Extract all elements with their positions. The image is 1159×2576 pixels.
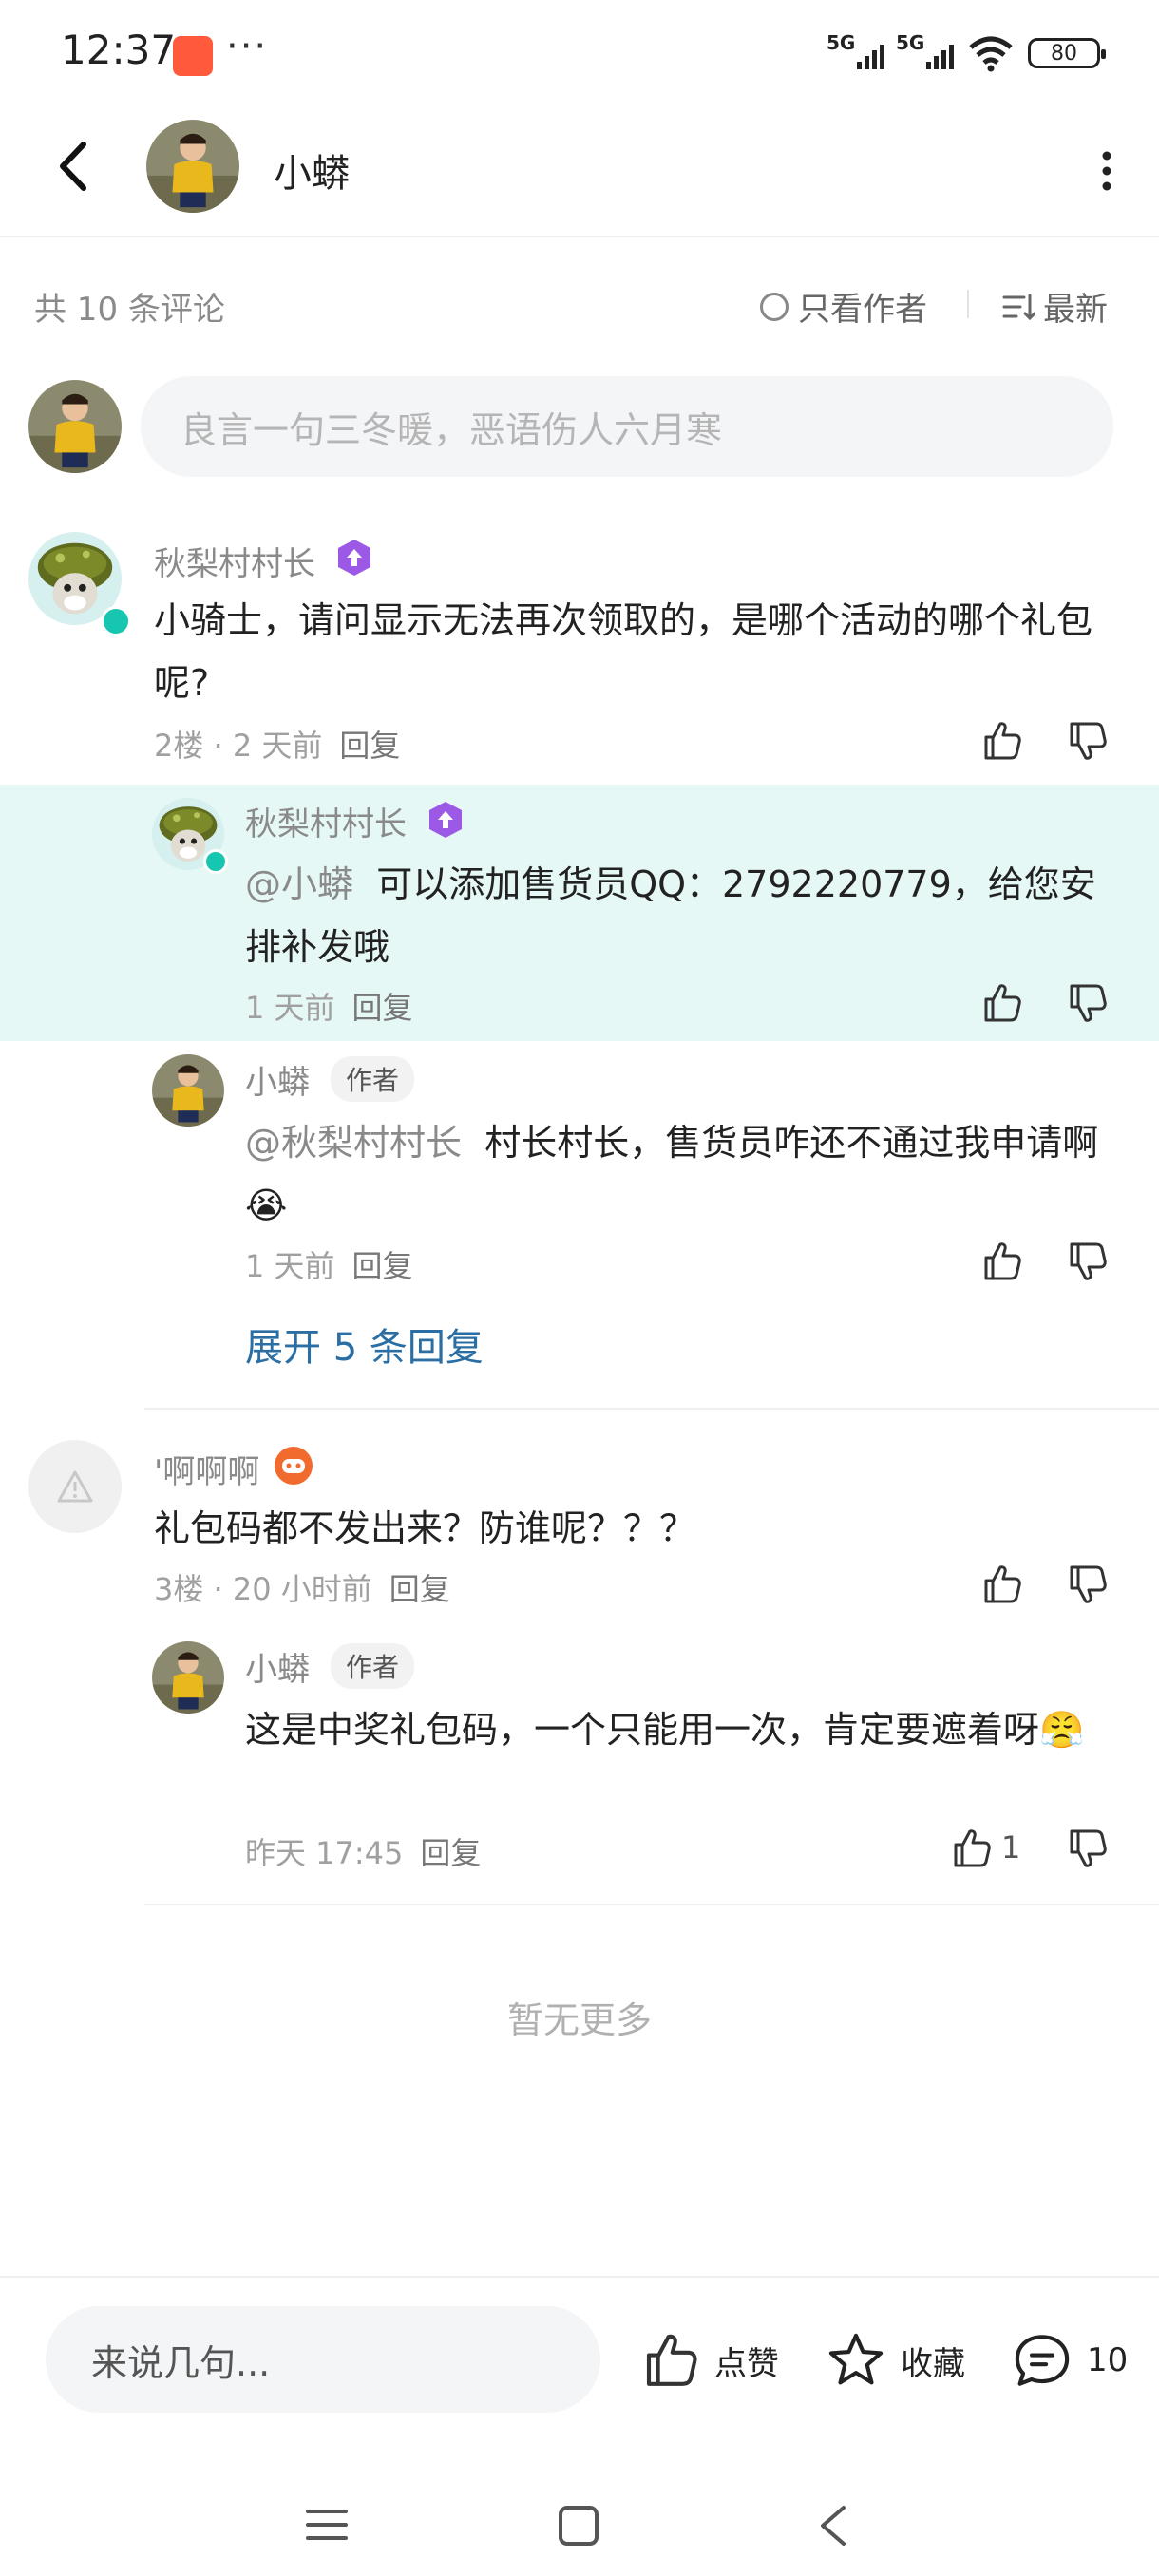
reply-name[interactable]: 秋梨村村长: [245, 798, 407, 844]
sort-label: 最新: [1043, 291, 1108, 329]
header-avatar[interactable]: [146, 120, 239, 213]
reply-time: 昨天 17:45: [245, 1835, 404, 1871]
reply-mention[interactable]: @小蟒: [245, 863, 353, 905]
comment-count-label: 10: [1087, 2341, 1129, 2379]
reply-time: 1 天前: [245, 990, 335, 1026]
reply-meta: 1 天前 回复: [245, 984, 413, 1028]
commenter-name[interactable]: '啊啊啊: [154, 1446, 259, 1492]
comments-button[interactable]: 10: [1011, 2329, 1128, 2392]
like-count: 1: [1001, 1829, 1021, 1866]
no-more-text: 暂无更多: [506, 1999, 652, 2041]
cell-signal-icon: 5G: [826, 31, 884, 69]
reply-button[interactable]: 回复: [390, 1571, 450, 1607]
reply-name[interactable]: 小蟒: [245, 1643, 310, 1690]
comment-count: 共 10 条评论: [34, 291, 225, 329]
expand-replies-link[interactable]: 展开 5 条回复: [245, 1316, 484, 1372]
dislike-icon[interactable]: [1064, 718, 1110, 764]
like-icon[interactable]: [978, 1239, 1024, 1284]
header-divider: [0, 236, 1159, 237]
star-icon: [828, 2333, 884, 2385]
comment-divider: [144, 1904, 1159, 1905]
author-tag: 作者: [331, 1643, 415, 1689]
reply-button[interactable]: 回复: [352, 990, 413, 1026]
reply-mention[interactable]: @秋梨村村长: [245, 1122, 462, 1164]
comment-input[interactable]: 良言一句三冬暖，恶语伤人六月寒: [141, 376, 1113, 477]
like-icon[interactable]: [978, 718, 1024, 764]
sort-button[interactable]: 最新: [1001, 283, 1108, 330]
comment-meta: 3楼 · 20 小时前 回复: [154, 1565, 450, 1609]
image-unavailable-icon: [57, 1470, 93, 1503]
verified-icon: [101, 606, 131, 636]
like-post-label: 点赞: [714, 2344, 779, 2383]
network-type-1: 5G: [826, 31, 856, 54]
my-avatar: [28, 380, 122, 473]
reply-meta: 昨天 17:45 回复: [245, 1829, 481, 1873]
bottom-comment-input[interactable]: 来说几句...: [46, 2306, 600, 2413]
thumbs-up-icon: [638, 2329, 701, 2392]
reply-content: 可以添加售货员QQ：2792220779，给您安排补发哦: [245, 863, 1096, 968]
commenter-avatar[interactable]: [28, 1440, 122, 1533]
separator: [967, 290, 969, 318]
like-icon[interactable]: [978, 980, 1024, 1026]
official-badge-icon: [338, 540, 370, 576]
comment-floor-time: 2楼 · 2 天前: [154, 728, 323, 764]
bottom-divider: [0, 2276, 1159, 2278]
reply-time: 1 天前: [245, 1248, 335, 1284]
system-nav-bar: [306, 2506, 846, 2546]
author-only-label: 只看作者: [798, 291, 927, 329]
dislike-icon[interactable]: [1064, 980, 1110, 1026]
dislike-icon[interactable]: [1064, 1562, 1110, 1607]
favorite-label: 收藏: [901, 2344, 965, 2383]
comment-meta: 2楼 · 2 天前 回复: [154, 722, 400, 766]
wifi-icon: [969, 36, 1013, 72]
radio-icon: [760, 292, 788, 321]
comment-text: 小骑士，请问显示无法再次领取的，是哪个活动的哪个礼包呢?: [154, 599, 1093, 704]
menu-nav-icon[interactable]: [306, 2510, 348, 2540]
bottom-input-placeholder: 来说几句...: [91, 2341, 271, 2384]
cell-signal-icon-2: 5G: [896, 31, 954, 69]
like-icon[interactable]: [978, 1562, 1024, 1607]
comment-floor-time: 3楼 · 20 小时前: [154, 1571, 372, 1607]
reply-button[interactable]: 回复: [339, 728, 400, 764]
like-post-button[interactable]: 点赞: [638, 2329, 779, 2392]
status-indicators: 5G 5G 80: [826, 31, 1106, 72]
reply-meta: 1 天前 回复: [245, 1242, 413, 1286]
network-type-2: 5G: [896, 31, 925, 54]
battery-icon: 80: [1028, 38, 1106, 68]
home-nav-icon[interactable]: [559, 2506, 598, 2546]
comment-input-placeholder: 良言一句三冬暖，恶语伤人六月寒: [180, 408, 723, 451]
reply-text: @小蟒 可以添加售货员QQ：2792220779，给您安排补发哦: [245, 853, 1119, 978]
author-tag: 作者: [331, 1056, 415, 1102]
back-arrow-icon[interactable]: [49, 133, 106, 199]
game-badge-icon: [275, 1447, 313, 1485]
official-badge-icon: [429, 802, 462, 838]
page-title: 小蟒: [274, 152, 350, 196]
dislike-icon[interactable]: [1064, 1826, 1110, 1871]
verified-icon: [203, 849, 228, 874]
commenter-name[interactable]: 秋梨村村长: [154, 538, 315, 584]
reply-avatar[interactable]: [152, 1641, 224, 1714]
reply-name[interactable]: 小蟒: [245, 1056, 310, 1103]
back-nav-icon[interactable]: [821, 2506, 846, 2546]
more-options-icon[interactable]: [1092, 142, 1121, 199]
sort-icon: [1002, 294, 1036, 320]
comment-bubble-icon: [1015, 2335, 1070, 2386]
reply-button[interactable]: 回复: [420, 1835, 481, 1871]
reply-text: @秋梨村村长 村长村长，售货员咋还不通过我申请啊😭: [245, 1111, 1119, 1237]
reply-avatar[interactable]: [152, 1054, 224, 1127]
comment-text: 礼包码都不发出来？防谁呢？？？: [154, 1507, 696, 1549]
status-more-icon: ···: [226, 25, 269, 68]
like-icon[interactable]: [948, 1826, 994, 1871]
comment-divider: [144, 1408, 1159, 1410]
author-only-toggle[interactable]: 只看作者: [760, 283, 927, 330]
status-time: 12:37: [61, 27, 177, 73]
reply-button[interactable]: 回复: [352, 1248, 413, 1284]
favorite-button[interactable]: 收藏: [825, 2329, 965, 2392]
dislike-icon[interactable]: [1064, 1239, 1110, 1284]
app-notification-icon: [173, 36, 213, 76]
reply-text: 这是中奖礼包码，一个只能用一次，肯定要遮着呀😤: [245, 1709, 1085, 1751]
